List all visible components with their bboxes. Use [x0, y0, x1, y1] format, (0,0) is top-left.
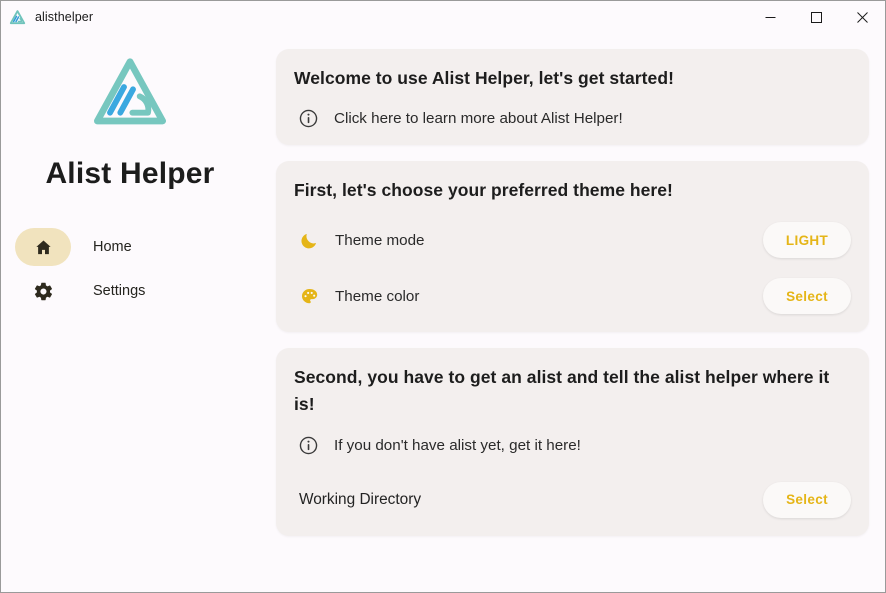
working-directory-select-button[interactable]: Select — [763, 481, 851, 518]
page-title: Alist Helper — [45, 157, 215, 190]
sidebar-item-settings[interactable]: Settings — [15, 269, 145, 313]
alist-card: Second, you have to get an alist and tel… — [276, 348, 869, 536]
theme-card: First, let's choose your preferred theme… — [276, 161, 869, 333]
theme-color-row: Theme color Select — [294, 276, 851, 316]
sidebar-item-label-settings: Settings — [93, 283, 146, 299]
minimize-button[interactable] — [747, 1, 793, 33]
alist-triangle-icon — [9, 9, 26, 26]
application-window: alisthelper Alist Helper Home Settings W… — [0, 0, 886, 593]
working-directory-label: Working Directory — [299, 490, 422, 508]
title-bar: alisthelper — [1, 1, 885, 33]
close-button[interactable] — [839, 1, 885, 33]
info-icon — [298, 108, 319, 129]
sidebar: Alist Helper Home Settings — [1, 33, 259, 592]
welcome-card: Welcome to use Alist Helper, let's get s… — [276, 49, 869, 146]
get-alist-link[interactable]: If you don't have alist yet, get it here… — [294, 435, 851, 456]
sidebar-nav: Home Settings — [1, 225, 259, 313]
sidebar-item-label-home: Home — [93, 239, 132, 255]
theme-mode-button[interactable]: LIGHT — [763, 222, 851, 259]
window-title: alisthelper — [35, 10, 94, 24]
moon-icon — [298, 229, 320, 251]
info-icon — [298, 435, 319, 456]
window-controls — [747, 1, 885, 33]
sidebar-item-home[interactable]: Home — [15, 225, 132, 269]
maximize-button[interactable] — [793, 1, 839, 33]
palette-icon — [298, 285, 320, 307]
welcome-card-title: Welcome to use Alist Helper, let's get s… — [294, 68, 674, 88]
window-body: Alist Helper Home Settings Welcome to us… — [1, 33, 885, 592]
home-icon — [15, 228, 71, 266]
alist-triangle-logo — [82, 51, 178, 135]
theme-color-label: Theme color — [335, 287, 420, 305]
learn-more-link-text: Click here to learn more about Alist Hel… — [334, 110, 623, 128]
learn-more-link[interactable]: Click here to learn more about Alist Hel… — [294, 108, 851, 129]
working-directory-row: Working Directory Select — [294, 480, 851, 520]
theme-mode-label: Theme mode — [335, 231, 425, 249]
theme-mode-row: Theme mode LIGHT — [294, 220, 851, 260]
main-content: Welcome to use Alist Helper, let's get s… — [259, 33, 885, 592]
get-alist-link-text: If you don't have alist yet, get it here… — [334, 436, 581, 454]
theme-color-select-button[interactable]: Select — [763, 278, 851, 315]
theme-card-title: First, let's choose your preferred theme… — [294, 180, 673, 201]
alist-card-title: Second, you have to get an alist and tel… — [294, 367, 830, 415]
gear-icon — [15, 272, 71, 310]
